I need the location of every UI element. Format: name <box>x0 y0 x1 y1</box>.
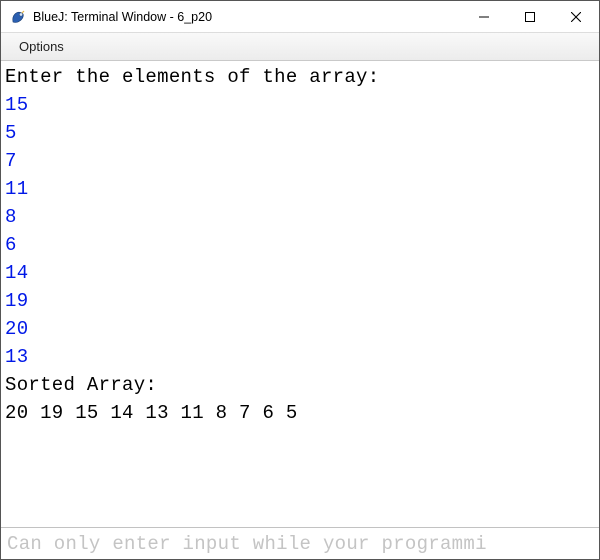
terminal-line: 15 <box>5 91 595 119</box>
terminal-output: Enter the elements of the array:15571186… <box>1 61 599 527</box>
terminal-line: 7 <box>5 147 595 175</box>
terminal-line: Sorted Array: <box>5 371 595 399</box>
terminal-line: 14 <box>5 259 595 287</box>
maximize-button[interactable] <box>507 1 553 32</box>
terminal-line: 5 <box>5 119 595 147</box>
terminal-line: 20 19 15 14 13 11 8 7 6 5 <box>5 399 595 427</box>
menubar: Options <box>1 33 599 61</box>
bluej-icon <box>9 8 27 26</box>
terminal-line: 11 <box>5 175 595 203</box>
close-button[interactable] <box>553 1 599 32</box>
terminal-line: 8 <box>5 203 595 231</box>
terminal-line: 20 <box>5 315 595 343</box>
terminal-line: 6 <box>5 231 595 259</box>
titlebar: BlueJ: Terminal Window - 6_p20 <box>1 1 599 33</box>
window-title: BlueJ: Terminal Window - 6_p20 <box>33 10 461 24</box>
menu-options[interactable]: Options <box>11 36 72 57</box>
terminal-input[interactable]: Can only enter input while your programm… <box>1 527 599 559</box>
terminal-line: Enter the elements of the array: <box>5 63 595 91</box>
input-placeholder: Can only enter input while your programm… <box>7 533 487 555</box>
terminal-line: 13 <box>5 343 595 371</box>
window-controls <box>461 1 599 32</box>
minimize-button[interactable] <box>461 1 507 32</box>
terminal-line: 19 <box>5 287 595 315</box>
